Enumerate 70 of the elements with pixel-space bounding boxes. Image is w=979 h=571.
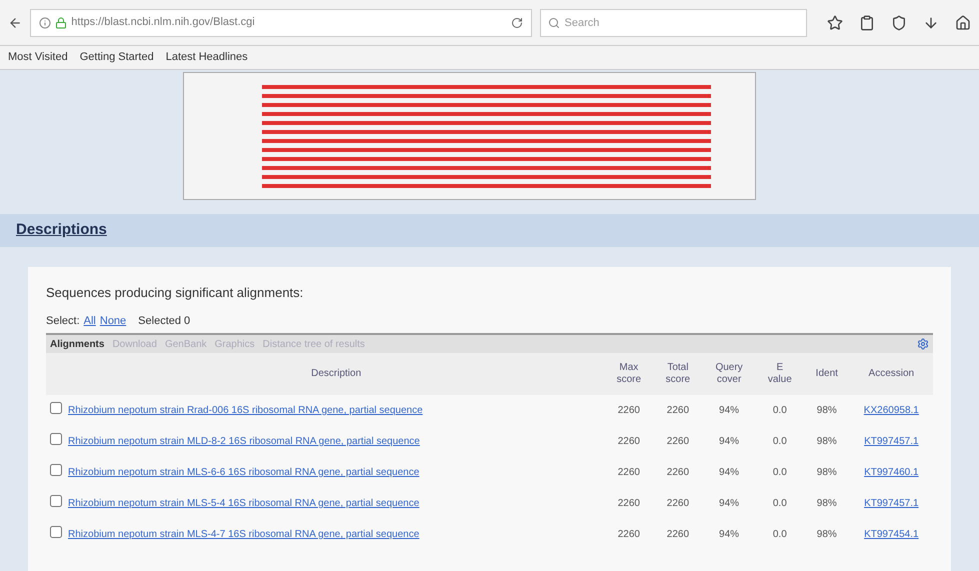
row-checkbox[interactable] — [50, 433, 62, 445]
table-cell-text: 2260 — [666, 528, 690, 542]
column-header: Query cover — [702, 353, 756, 395]
column-header: E value — [756, 353, 804, 395]
download-icon[interactable] — [923, 14, 939, 30]
row-checkbox[interactable] — [50, 402, 62, 414]
table-cell-text: 94% — [718, 466, 740, 480]
select-link[interactable]: None — [100, 312, 126, 329]
table-cell-text: 2260 — [616, 435, 641, 449]
column-header: Ident — [804, 353, 850, 395]
description-link[interactable]: Rhizobium nepotum strain MLD-8-2 16S ribosomal RNA gene, partial sequence — [68, 436, 420, 447]
column-header: Description — [68, 353, 604, 395]
table-cell: 2260 — [604, 395, 654, 426]
search-icon — [548, 16, 560, 28]
description-link[interactable]: Rhizobium nepotum strain MLS-4-7 16S ribosomal RNA gene, partial sequence — [68, 529, 420, 540]
table-cell-text: 2260 — [666, 435, 690, 449]
bookmark-link[interactable]: Getting Started — [80, 49, 154, 66]
table-cell: 94% — [702, 395, 756, 426]
table-cell-text: 98% — [816, 435, 838, 449]
settings-icon[interactable] — [917, 338, 929, 350]
description-link[interactable]: Rhizobium nepotum strain Rrad-006 16S ribosomal RNA gene, partial sequence — [68, 405, 423, 416]
table-cell-text: 2260 — [666, 466, 690, 480]
table-cell: 98% — [804, 395, 850, 426]
url-text: https://blast.ncbi.nlm.nih.gov/Blast.cgi — [71, 15, 256, 30]
select-link[interactable]: All — [84, 312, 96, 329]
table-cell-text: 0.0 — [772, 466, 788, 480]
shield-icon[interactable] — [891, 14, 907, 30]
table-cell-text: 2260 — [616, 528, 641, 542]
column-header: Total score — [653, 353, 702, 395]
accession-link[interactable]: KX260958.1 — [864, 405, 919, 416]
table-cell-text: 94% — [718, 497, 740, 511]
table-cell-text: 98% — [816, 497, 838, 511]
select-label: Select: — [46, 314, 80, 328]
reload-icon[interactable] — [510, 16, 523, 28]
table-cell-text: 94% — [718, 435, 740, 449]
bookmark-link[interactable]: Most Visited — [8, 49, 68, 66]
table-cell-text: 2260 — [666, 497, 690, 511]
table-cell-text: 0.0 — [772, 435, 788, 449]
search-field[interactable]: Search — [540, 8, 807, 36]
column-header: Accession — [850, 353, 933, 395]
bookmark-link[interactable]: Latest Headlines — [166, 49, 248, 66]
column-header: Max score — [604, 353, 654, 395]
selected-count: Selected 0 — [138, 314, 190, 328]
toolbar-title: Alignments — [50, 338, 104, 352]
accession-link[interactable]: KT997457.1 — [864, 498, 919, 509]
table-cell-text: 0.0 — [772, 528, 788, 542]
table-cell-text: 0.0 — [772, 497, 788, 511]
address-bar[interactable]: https://blast.ncbi.nlm.nih.gov/Blast.cgi — [30, 8, 532, 36]
accession-link[interactable]: KT997454.1 — [864, 529, 919, 540]
table-cell-text: 98% — [816, 466, 838, 480]
table-cell-text: 94% — [718, 528, 740, 542]
results-heading: Sequences producing significant alignments: — [46, 284, 304, 302]
section-title[interactable]: Descriptions — [16, 219, 107, 242]
clipboard-icon[interactable] — [859, 14, 875, 30]
star-icon[interactable] — [827, 14, 843, 30]
row-checkbox[interactable] — [50, 526, 62, 538]
table-cell: 2260 — [653, 395, 702, 426]
accession-link[interactable]: KT997457.1 — [864, 436, 919, 447]
home-icon[interactable] — [955, 14, 971, 30]
table-cell-text: 2260 — [616, 497, 641, 511]
lock-icon — [55, 16, 68, 28]
table-cell: 0.0 — [756, 395, 804, 426]
row-checkbox[interactable] — [50, 464, 62, 476]
info-icon[interactable] — [39, 16, 52, 28]
description-link[interactable]: Rhizobium nepotum strain MLS-5-4 16S ribosomal RNA gene, partial sequence — [68, 498, 420, 509]
table-cell-text: 2260 — [616, 466, 641, 480]
description-link[interactable]: Rhizobium nepotum strain MLS-6-6 16S ribosomal RNA gene, partial sequence — [68, 467, 420, 478]
accession-link[interactable]: KT997460.1 — [864, 467, 919, 478]
row-checkbox[interactable] — [50, 495, 62, 507]
table-cell-text: 98% — [816, 528, 838, 542]
